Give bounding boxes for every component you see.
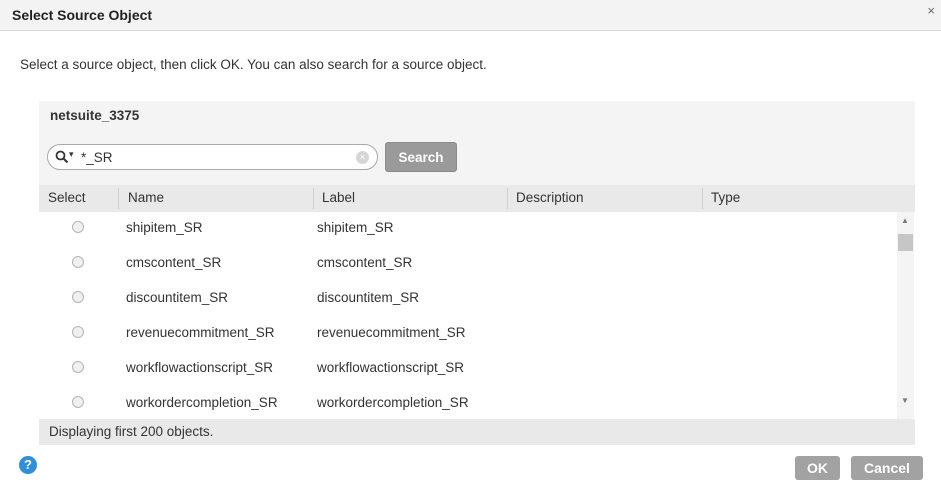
dialog-title: Select Source Object	[12, 7, 153, 23]
chevron-down-icon[interactable]: ▾	[69, 149, 74, 160]
table-row[interactable]: discountitem_SR discountitem_SR	[39, 282, 897, 316]
object-name: cmscontent_SR	[126, 255, 222, 270]
object-label: revenuecommitment_SR	[317, 325, 466, 340]
select-radio[interactable]	[72, 256, 84, 268]
connection-name: netsuite_3375	[50, 108, 140, 123]
object-name: discountitem_SR	[126, 290, 229, 305]
table-row[interactable]: shipitem_SR shipitem_SR	[39, 212, 897, 246]
table-row[interactable]: cmscontent_SR cmscontent_SR	[39, 247, 897, 281]
table-row[interactable]: revenuecommitment_SR revenuecommitment_S…	[39, 317, 897, 351]
column-divider	[507, 188, 508, 209]
table-row[interactable]: workflowactionscript_SR workflowactionsc…	[39, 352, 897, 386]
object-name: shipitem_SR	[126, 220, 203, 235]
status-text: Displaying first 200 objects.	[49, 424, 214, 439]
status-bar: Displaying first 200 objects.	[39, 419, 915, 445]
scrollbar-thumb[interactable]	[898, 234, 913, 251]
object-name: workflowactionscript_SR	[126, 360, 274, 375]
source-object-panel: netsuite_3375 ▾ × Search Select Name Lab…	[39, 101, 915, 445]
object-name: workordercompletion_SR	[126, 395, 278, 410]
object-label: discountitem_SR	[317, 290, 420, 305]
select-radio[interactable]	[72, 326, 84, 338]
column-divider	[313, 188, 314, 209]
close-icon[interactable]: ×	[927, 4, 935, 18]
object-label: workordercompletion_SR	[317, 395, 469, 410]
select-radio[interactable]	[72, 396, 84, 408]
column-header-label[interactable]: Label	[322, 190, 355, 205]
vertical-scrollbar[interactable]: ▲ ▼	[897, 212, 914, 419]
object-label: shipitem_SR	[317, 220, 394, 235]
table-row[interactable]: workordercompletion_SR workordercompleti…	[39, 387, 897, 419]
column-header-select: Select	[48, 190, 86, 205]
table-header: Select Name Label Description Type	[39, 185, 915, 212]
search-field[interactable]: ▾ ×	[47, 144, 378, 170]
object-label: cmscontent_SR	[317, 255, 413, 270]
search-icon[interactable]	[55, 150, 69, 164]
scroll-up-icon[interactable]: ▲	[901, 216, 909, 225]
column-header-description[interactable]: Description	[516, 190, 584, 205]
object-list: shipitem_SR shipitem_SR cmscontent_SR cm…	[39, 212, 915, 419]
column-divider	[118, 188, 119, 209]
cancel-button[interactable]: Cancel	[851, 456, 923, 480]
help-icon[interactable]: ?	[19, 456, 37, 474]
scroll-down-icon[interactable]: ▼	[901, 396, 909, 405]
object-label: workflowactionscript_SR	[317, 360, 465, 375]
instructions-text: Select a source object, then click OK. Y…	[20, 57, 487, 72]
select-radio[interactable]	[72, 221, 84, 233]
search-input[interactable]	[81, 148, 351, 166]
select-radio[interactable]	[72, 361, 84, 373]
dialog-titlebar: Select Source Object ×	[0, 0, 941, 31]
ok-button[interactable]: OK	[795, 456, 840, 480]
column-divider	[702, 188, 703, 209]
clear-icon[interactable]: ×	[356, 151, 369, 164]
column-header-name[interactable]: Name	[128, 190, 164, 205]
select-radio[interactable]	[72, 291, 84, 303]
search-button[interactable]: Search	[385, 142, 457, 172]
object-name: revenuecommitment_SR	[126, 325, 275, 340]
column-header-type[interactable]: Type	[711, 190, 740, 205]
